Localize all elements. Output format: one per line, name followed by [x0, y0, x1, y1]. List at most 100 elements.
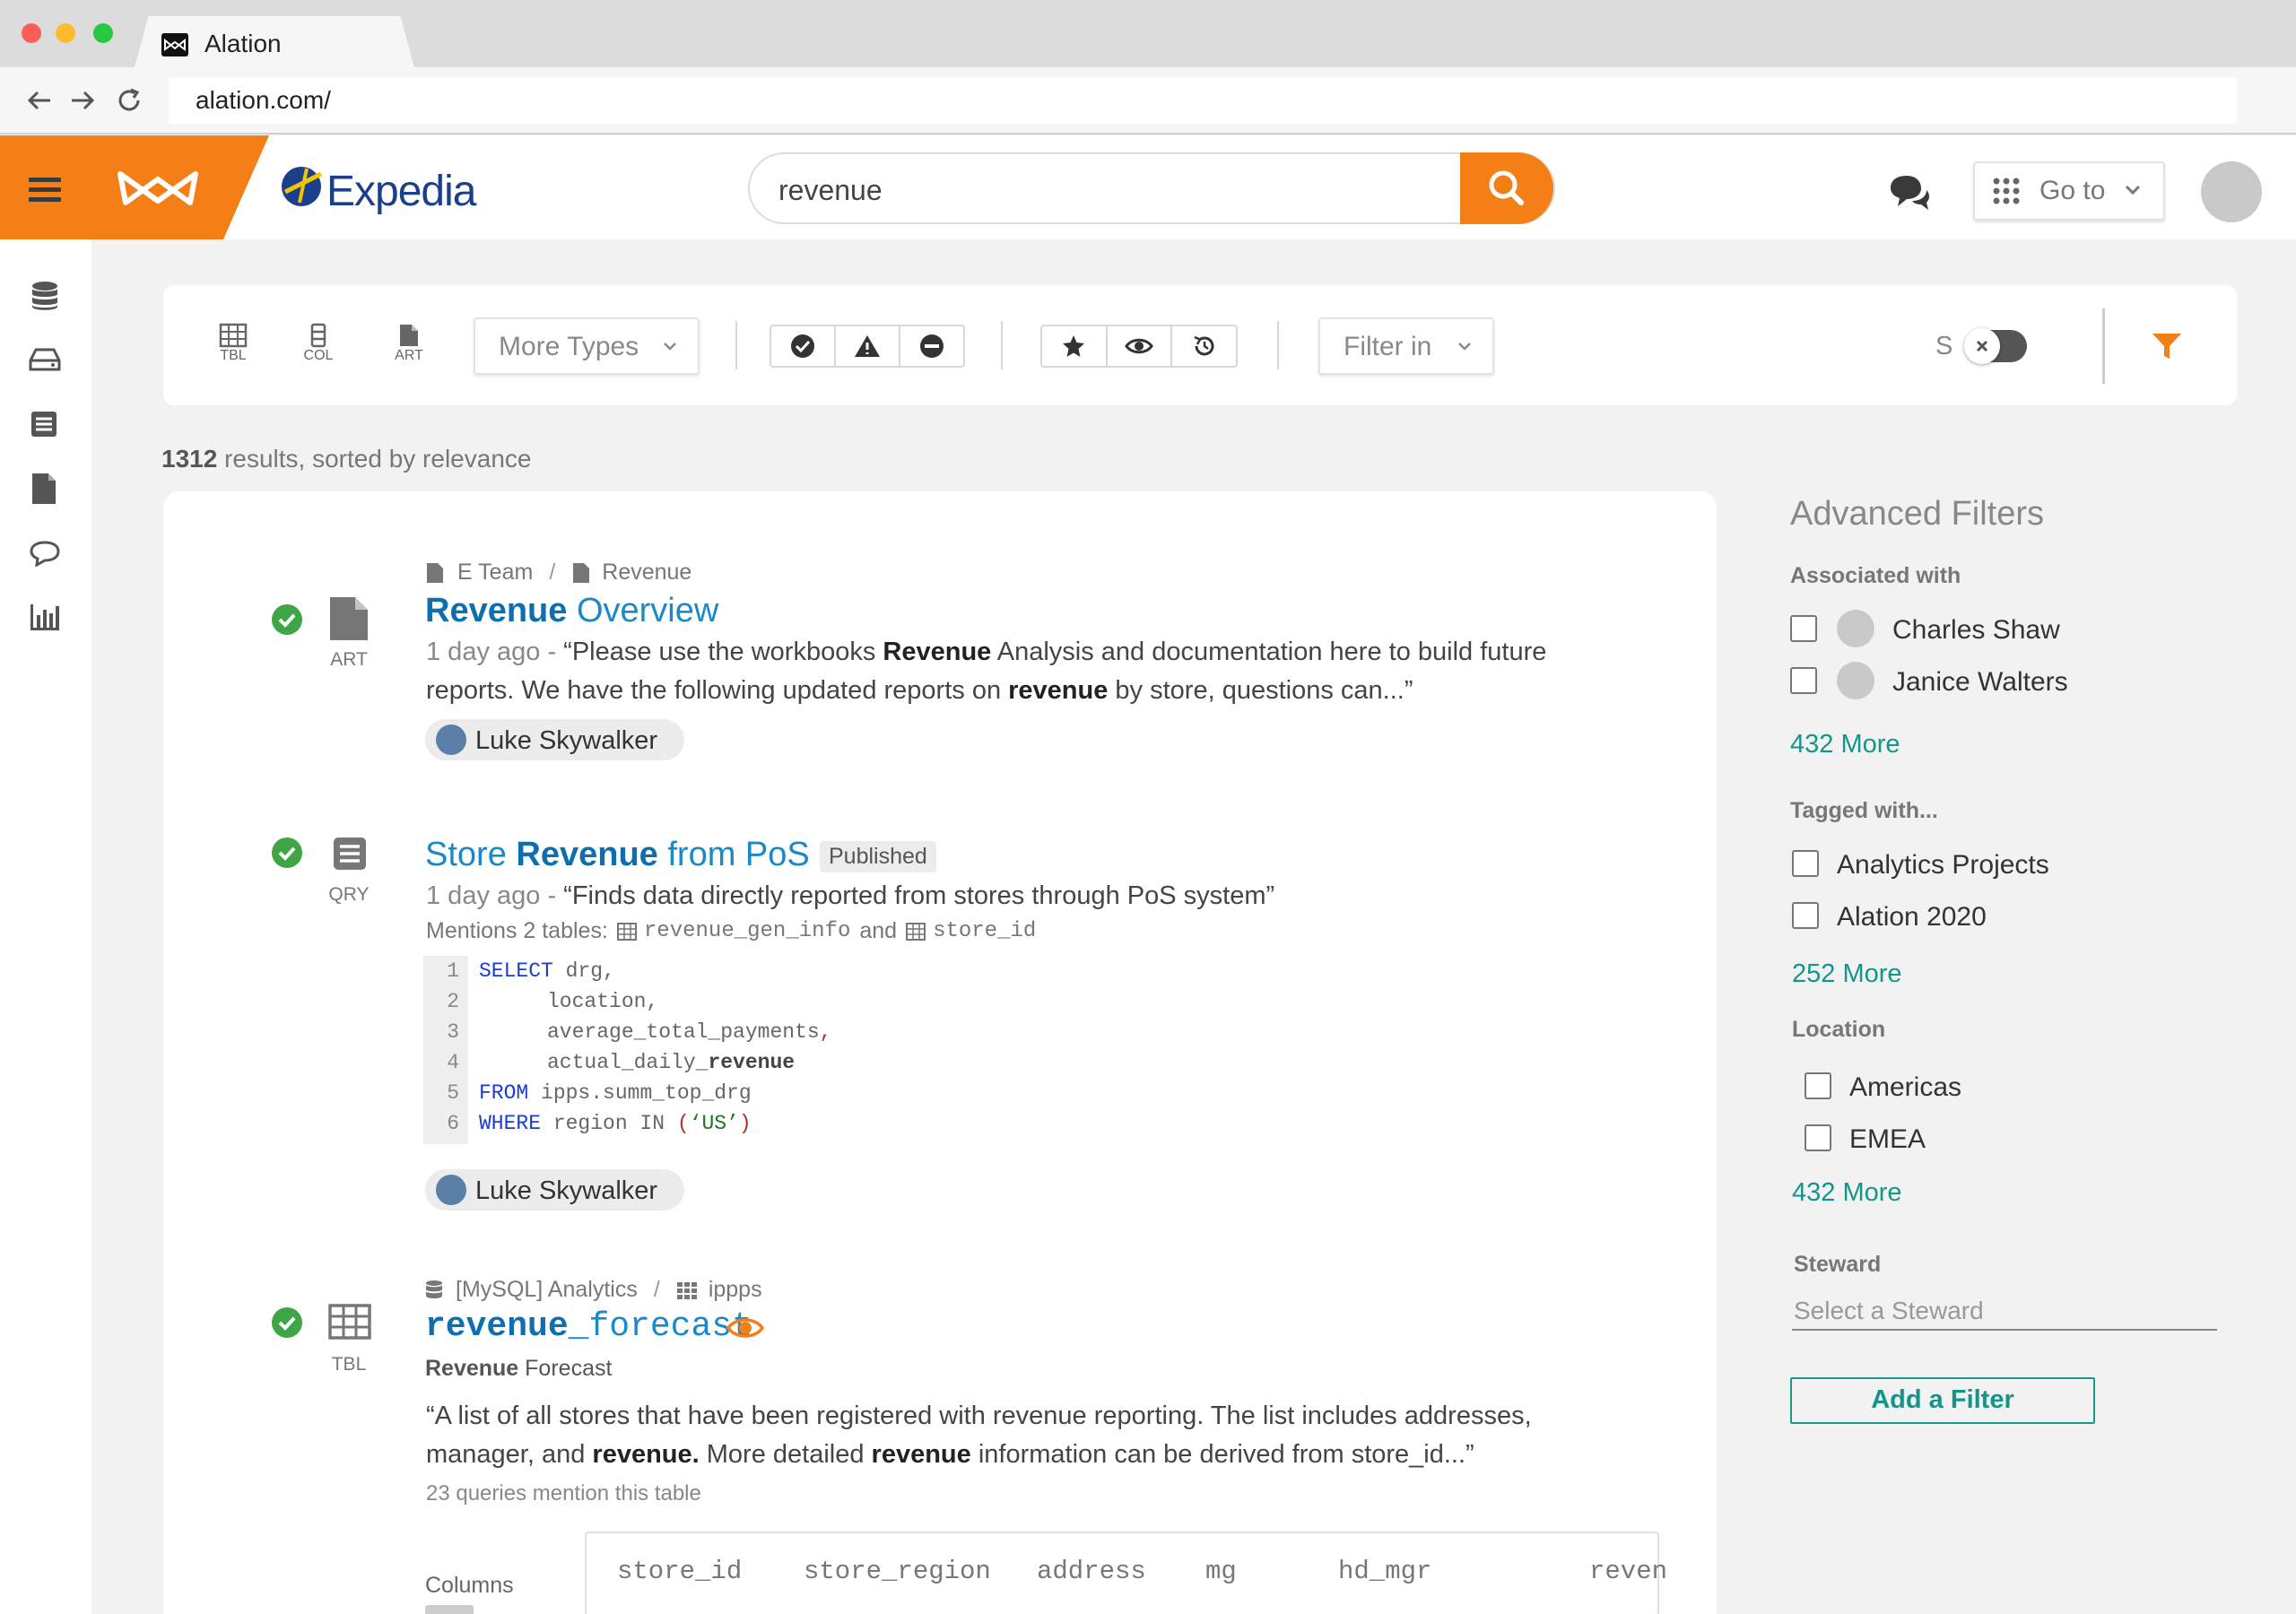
column-header[interactable]: store_region: [804, 1557, 991, 1586]
breadcrumb-item[interactable]: Revenue: [602, 560, 691, 586]
title-highlight: Revenue: [425, 592, 568, 629]
sql-identifier: drg: [552, 959, 604, 983]
more-link[interactable]: 432 More: [1792, 1178, 1902, 1208]
result-type-label: TBL: [331, 1354, 367, 1375]
document-icon: [573, 562, 590, 583]
bar-chart-icon[interactable]: [29, 603, 61, 631]
user-name: Luke Skywalker: [475, 1176, 658, 1205]
filter-checkbox[interactable]: [1805, 1072, 1831, 1099]
watching-eye-icon[interactable]: [726, 1315, 764, 1341]
filter-checkbox[interactable]: [1790, 667, 1817, 694]
starred-filter-button[interactable]: [1042, 326, 1108, 366]
type-filter-table[interactable]: TBL: [215, 323, 251, 364]
more-link[interactable]: 252 More: [1792, 959, 1902, 989]
type-filter-article[interactable]: ART: [391, 323, 427, 364]
minimize-window-button[interactable]: [56, 23, 75, 43]
title-highlight: revenue: [425, 1307, 569, 1346]
close-window-button[interactable]: [22, 23, 41, 43]
user-chip[interactable]: Luke Skywalker: [425, 1169, 685, 1210]
database-icon[interactable]: [29, 280, 61, 312]
type-filter-column[interactable]: COL: [300, 323, 336, 364]
title-highlight: Revenue: [516, 836, 658, 873]
filter-heading: Tagged with...: [1790, 798, 1938, 823]
column-header[interactable]: address: [1037, 1557, 1146, 1586]
warning-filter-button[interactable]: [836, 326, 900, 366]
title-rest: from PoS: [657, 836, 810, 873]
result-description: 1 day ago - “Finds data directly reporte…: [426, 877, 1274, 915]
history-icon: [1194, 335, 1214, 356]
address-bar[interactable]: [169, 77, 2237, 124]
document-icon[interactable]: [29, 472, 59, 506]
table-icon: [219, 323, 248, 348]
mentioned-table-link[interactable]: revenue_gen_info: [644, 919, 850, 943]
chevron-down-icon: [2124, 183, 2142, 197]
columns-label: Columns: [425, 1573, 514, 1598]
column-header[interactable]: store_id: [617, 1557, 742, 1586]
left-sidebar: [0, 239, 91, 1614]
back-arrow-icon[interactable]: [25, 86, 54, 115]
filter-option-label: Analytics Projects: [1837, 850, 2049, 880]
filter-checkbox[interactable]: [1790, 615, 1817, 642]
result-date: 1 day ago -: [426, 881, 564, 910]
maximize-window-button[interactable]: [93, 23, 113, 43]
more-types-dropdown[interactable]: More Types: [474, 317, 700, 375]
search-button[interactable]: [1460, 152, 1553, 224]
result-title-link[interactable]: Revenue Overview: [425, 592, 718, 630]
query-mention-count[interactable]: 23 queries mention this table: [426, 1481, 701, 1506]
breadcrumb-item[interactable]: ippps: [709, 1277, 762, 1303]
sql-string: ‘US’: [689, 1112, 739, 1135]
user-avatar: [1837, 610, 1874, 647]
toggle-label: S: [1935, 332, 1953, 360]
funnel-filter-icon[interactable]: [2151, 332, 2183, 360]
breadcrumb-separator: /: [653, 1277, 660, 1302]
divider: [1001, 321, 1003, 369]
drive-icon[interactable]: [29, 346, 61, 373]
user-chip[interactable]: Luke Skywalker: [425, 719, 685, 760]
alation-logo-icon[interactable]: [117, 167, 199, 210]
breadcrumb-item[interactable]: E Team: [457, 560, 533, 586]
divider: [735, 321, 737, 369]
reload-icon[interactable]: [115, 86, 144, 115]
star-icon: [1063, 335, 1085, 357]
toggle-switch[interactable]: [1964, 328, 2027, 364]
mentioned-table-link[interactable]: store_id: [933, 919, 1036, 943]
address-bar-url: alation.com/: [196, 86, 331, 114]
add-filter-button[interactable]: Add a Filter: [1790, 1377, 2095, 1424]
divider: [1277, 321, 1279, 369]
user-avatar: [436, 725, 466, 755]
user-avatar[interactable]: [2201, 161, 2262, 222]
endorsed-filter-button[interactable]: [771, 326, 836, 366]
column-header[interactable]: hd_mgr: [1338, 1557, 1431, 1586]
column-header[interactable]: mg: [1205, 1557, 1237, 1586]
schema-grid-icon: [676, 1281, 697, 1299]
filter-checkbox[interactable]: [1792, 850, 1819, 877]
more-types-label: More Types: [499, 332, 639, 361]
published-badge: Published: [820, 841, 936, 872]
table-list-icon[interactable]: [29, 409, 59, 439]
result-title-link[interactable]: revenue_forecast: [425, 1307, 752, 1346]
more-link[interactable]: 432 More: [1790, 730, 1900, 759]
deprecated-filter-button[interactable]: [900, 326, 963, 366]
mentions-label: Mentions 2 tables:: [426, 918, 608, 943]
desc-highlight: revenue: [871, 1440, 971, 1469]
user-filter-group: [1040, 325, 1238, 368]
chat-bubble-icon[interactable]: [29, 540, 61, 567]
conversations-icon[interactable]: [1887, 172, 1932, 212]
column-header[interactable]: reven: [1589, 1557, 1667, 1586]
result-title-link[interactable]: Store Revenue from PoS: [425, 836, 810, 874]
filter-checkbox[interactable]: [1805, 1124, 1831, 1151]
filter-checkbox[interactable]: [1792, 902, 1819, 929]
breadcrumb-item[interactable]: [MySQL] Analytics: [456, 1277, 638, 1303]
line-number: 6: [447, 1112, 459, 1135]
forward-arrow-icon[interactable]: [68, 86, 97, 115]
divider: [2102, 308, 2105, 384]
recent-filter-button[interactable]: [1172, 326, 1236, 366]
sql-identifier: actual_daily_: [547, 1051, 709, 1074]
sql-identifier: region IN: [541, 1112, 677, 1135]
watched-filter-button[interactable]: [1108, 326, 1173, 366]
hamburger-menu-icon[interactable]: [29, 178, 61, 202]
sql-punct: ,: [819, 1020, 832, 1044]
filter-in-label: Filter in: [1344, 332, 1432, 361]
filter-in-dropdown[interactable]: Filter in: [1318, 317, 1494, 375]
check-circle-icon: [791, 334, 814, 358]
